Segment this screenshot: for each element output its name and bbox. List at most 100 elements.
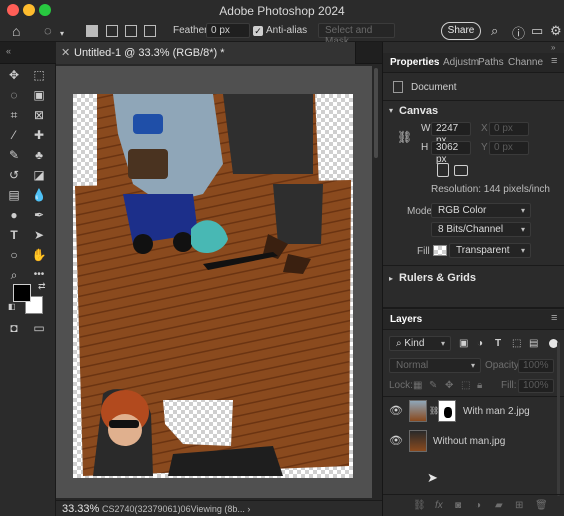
vertical-scrollbar[interactable] bbox=[374, 68, 378, 158]
crop-tool-icon[interactable]: ⌗ bbox=[5, 106, 23, 124]
new-layer-icon[interactable]: ⊞ bbox=[515, 500, 523, 511]
pen-tool-icon[interactable]: ✒ bbox=[30, 206, 48, 224]
default-colors-icon[interactable]: ◧ bbox=[8, 302, 16, 311]
lasso-tool-icon[interactable]: ◌ bbox=[5, 86, 23, 104]
blur-tool-icon[interactable]: 💧 bbox=[30, 186, 48, 204]
filter-adjustment-icon[interactable]: ◑ bbox=[477, 338, 483, 349]
add-selection-icon[interactable] bbox=[106, 25, 118, 37]
eraser-tool-icon[interactable]: ◪ bbox=[30, 166, 48, 184]
close-icon[interactable]: ✕ bbox=[61, 46, 70, 59]
layer-mask-thumbnail[interactable] bbox=[438, 400, 456, 422]
quick-mask-icon[interactable]: ◘ bbox=[5, 319, 23, 337]
zoom-level[interactable]: 33.33% bbox=[62, 503, 99, 515]
portrait-orientation-icon[interactable] bbox=[437, 163, 449, 177]
document-tab[interactable]: ✕ Untitled-1 @ 33.3% (RGB/8*) * bbox=[56, 42, 356, 64]
collapse-toolbar-icon[interactable]: « bbox=[6, 46, 11, 56]
lock-pixels-icon[interactable]: ✎ bbox=[429, 380, 437, 391]
layer-row[interactable]: 👁︎ ⛓ With man 2.jpg bbox=[383, 398, 557, 426]
image-composite[interactable] bbox=[73, 94, 353, 478]
dodge-tool-icon[interactable]: ● bbox=[5, 206, 23, 224]
adjustment-layer-icon[interactable]: ◑ bbox=[475, 500, 481, 511]
history-brush-icon[interactable]: ↺ bbox=[5, 166, 23, 184]
new-group-icon[interactable]: ▰ bbox=[495, 500, 503, 511]
frame-tool-icon[interactable]: ⊠ bbox=[30, 106, 48, 124]
hand-tool-icon[interactable]: ✋ bbox=[30, 246, 48, 264]
panel-splitter[interactable] bbox=[383, 307, 564, 309]
clone-stamp-icon[interactable]: ♣ bbox=[30, 146, 48, 164]
opacity-input[interactable]: 100% bbox=[518, 359, 554, 373]
mode-select[interactable]: RGB Color ▾ bbox=[431, 203, 531, 218]
fill-select[interactable]: Transparent ▾ bbox=[449, 243, 531, 258]
collapse-panels-icon[interactable]: » bbox=[551, 43, 555, 52]
tab-properties[interactable]: Properties bbox=[390, 57, 439, 68]
lock-position-icon[interactable]: ✥ bbox=[445, 380, 453, 391]
filter-pixel-icon[interactable]: ▣ bbox=[459, 338, 468, 349]
filter-type-icon[interactable]: T bbox=[495, 338, 501, 349]
bit-depth-select[interactable]: 8 Bits/Channel ▾ bbox=[431, 222, 531, 237]
blend-mode-select[interactable]: Normal ▾ bbox=[389, 358, 481, 373]
lock-artboard-icon[interactable]: ⬚ bbox=[461, 380, 470, 391]
share-button[interactable]: Share bbox=[441, 22, 481, 40]
canvas-section-title[interactable]: Canvas bbox=[399, 105, 438, 117]
layer-thumbnail[interactable] bbox=[409, 400, 427, 422]
workspace-icon[interactable]: ▭ bbox=[531, 23, 543, 39]
foreground-color-swatch[interactable] bbox=[13, 284, 31, 302]
chevron-right-icon[interactable]: ▸ bbox=[389, 274, 393, 283]
lock-transparency-icon[interactable]: ▦ bbox=[413, 380, 422, 391]
chevron-down-icon[interactable]: ▾ bbox=[389, 106, 393, 115]
y-input[interactable]: 0 px bbox=[489, 141, 529, 155]
path-selection-icon[interactable]: ➤ bbox=[30, 226, 48, 244]
feather-input[interactable]: 0 px bbox=[206, 23, 250, 38]
lock-all-icon[interactable]: 🔒︎ bbox=[477, 380, 482, 391]
zoom-tool-icon[interactable]: ⌕ bbox=[5, 266, 23, 284]
object-selection-icon[interactable]: ▣ bbox=[30, 86, 48, 104]
layer-style-icon[interactable]: fx bbox=[435, 500, 443, 511]
landscape-orientation-icon[interactable] bbox=[454, 165, 468, 176]
move-tool-icon[interactable]: ✥ bbox=[5, 66, 23, 84]
document-info[interactable]: CS2740(32379061)06Viewing (8b... › bbox=[102, 504, 250, 514]
healing-brush-icon[interactable]: ✚ bbox=[30, 126, 48, 144]
lasso-tool-icon[interactable]: ◌ bbox=[44, 24, 52, 38]
canvas-area[interactable] bbox=[56, 64, 382, 500]
x-input[interactable]: 0 px bbox=[489, 122, 529, 136]
tab-paths[interactable]: Paths bbox=[478, 57, 504, 68]
eyedropper-icon[interactable]: ⁄ bbox=[5, 126, 23, 144]
chevron-down-icon[interactable]: ▾ bbox=[60, 27, 64, 41]
home-icon[interactable]: ⌂ bbox=[12, 24, 20, 38]
ellipse-tool-icon[interactable]: ○ bbox=[5, 246, 23, 264]
help-icon[interactable]: ⓘ bbox=[512, 23, 525, 42]
panel-menu-icon[interactable]: ≡ bbox=[551, 312, 557, 324]
tab-layers[interactable]: Layers bbox=[390, 314, 422, 325]
screen-mode-icon[interactable]: ▭ bbox=[30, 319, 48, 337]
tab-channels[interactable]: Channe bbox=[508, 57, 543, 68]
link-icon[interactable]: ⛓ bbox=[397, 130, 412, 144]
filter-shape-icon[interactable]: ⬚ bbox=[512, 338, 521, 349]
anti-alias-checkbox[interactable]: ✓ bbox=[253, 26, 263, 36]
add-mask-icon[interactable]: ◙ bbox=[455, 500, 461, 511]
height-input[interactable]: 3062 px bbox=[431, 141, 471, 165]
type-tool-icon[interactable]: T bbox=[5, 226, 23, 244]
marquee-tool-icon[interactable]: ⬚ bbox=[30, 66, 48, 84]
eye-icon[interactable]: 👁︎ bbox=[389, 434, 403, 447]
layer-name[interactable]: Without man.jpg bbox=[433, 436, 505, 447]
layers-scrollbar[interactable] bbox=[557, 342, 560, 496]
filter-smart-object-icon[interactable]: ▤ bbox=[529, 338, 538, 349]
search-icon[interactable]: ⌕ bbox=[491, 23, 498, 39]
tab-adjustments[interactable]: Adjustm bbox=[443, 57, 479, 68]
brush-tool-icon[interactable]: ✎ bbox=[5, 146, 23, 164]
select-and-mask-button[interactable]: Select and Mask... bbox=[318, 23, 395, 47]
eye-icon[interactable]: 👁︎ bbox=[389, 404, 403, 417]
rulers-grids-title[interactable]: Rulers & Grids bbox=[399, 272, 476, 284]
intersect-selection-icon[interactable] bbox=[144, 25, 156, 37]
panel-menu-icon[interactable]: ≡ bbox=[551, 55, 557, 67]
fill-percent-input[interactable]: 100% bbox=[518, 379, 554, 393]
gradient-tool-icon[interactable]: ▤ bbox=[5, 186, 23, 204]
layer-row[interactable]: 👁︎ Without man.jpg bbox=[383, 428, 557, 456]
layer-name[interactable]: With man 2.jpg bbox=[463, 406, 530, 417]
gear-icon[interactable]: ⚙ bbox=[550, 23, 562, 39]
layer-thumbnail[interactable] bbox=[409, 430, 427, 452]
swap-colors-icon[interactable]: ⇄ bbox=[38, 281, 46, 292]
new-selection-icon[interactable] bbox=[86, 25, 98, 37]
link-layers-icon[interactable]: ⛓ bbox=[413, 500, 426, 511]
delete-layer-icon[interactable]: 🗑︎ bbox=[535, 500, 548, 511]
